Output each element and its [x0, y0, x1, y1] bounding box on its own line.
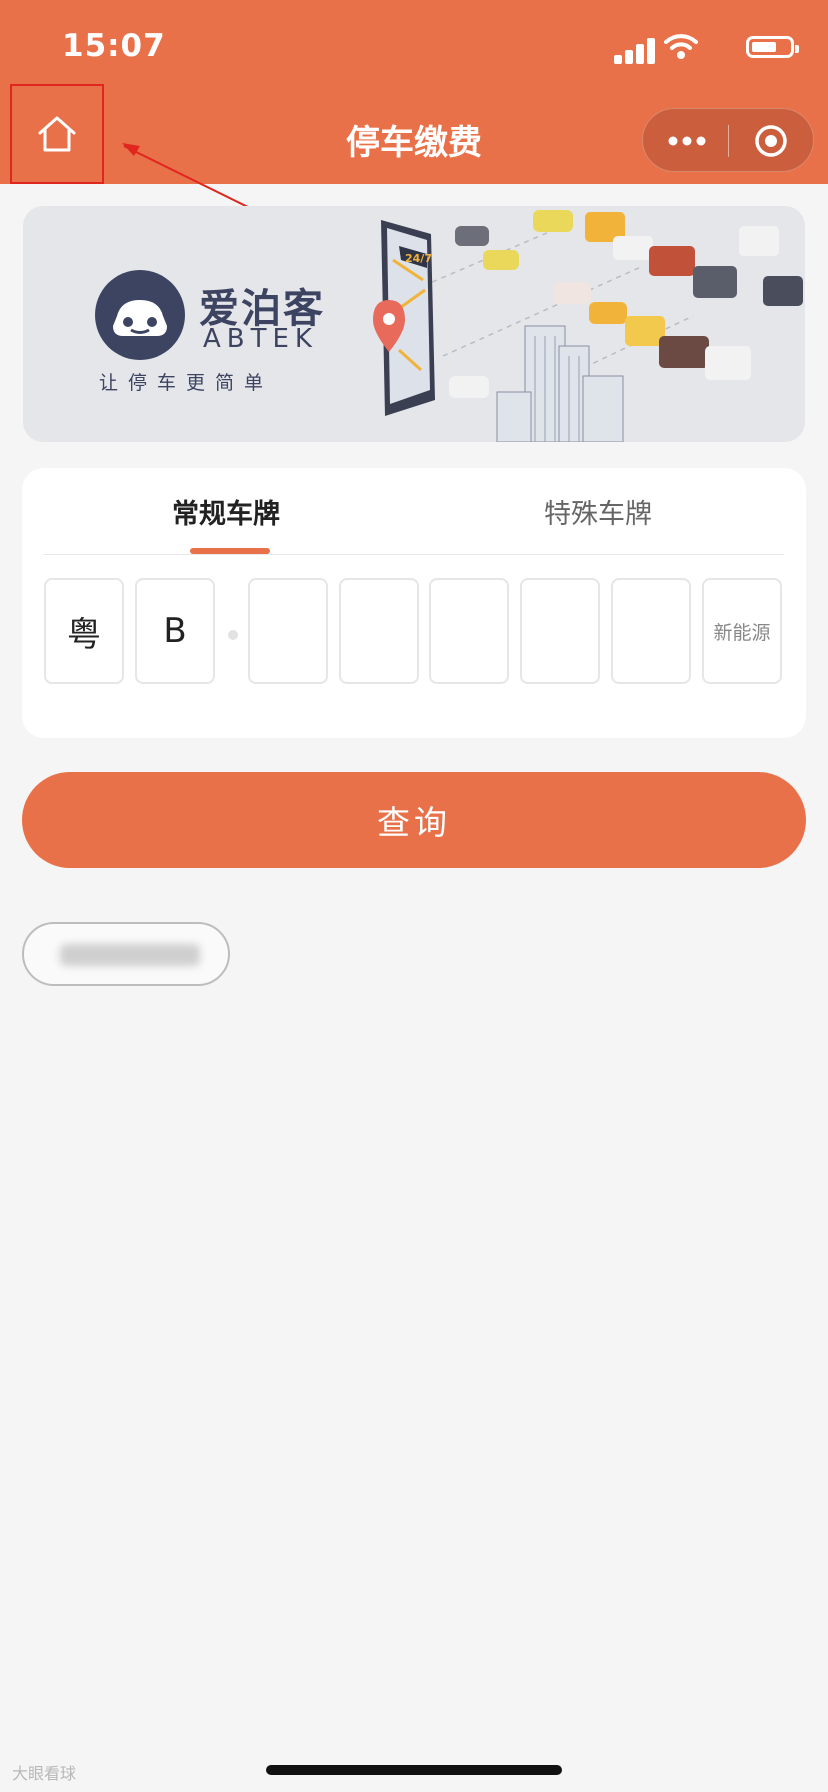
watermark: 大眼看球 — [12, 1764, 77, 1783]
plate-input-card: 常规车牌 特殊车牌 粤 B 新能源 — [22, 468, 806, 738]
history-plate-chip[interactable] — [22, 922, 230, 986]
plate-separator-dot — [228, 630, 238, 640]
query-button[interactable]: 查询 — [22, 772, 806, 868]
promo-banner[interactable]: 爱泊客 ABTEK 让停车更简单 24/7 — [23, 206, 805, 442]
nav-header: 15:07 停车缴费 — [0, 0, 828, 184]
plate-char-province[interactable]: 粤 — [44, 578, 124, 684]
plate-char-city[interactable]: B — [135, 578, 215, 684]
miniprogram-capsule — [642, 108, 814, 172]
home-indicator[interactable] — [266, 1765, 562, 1775]
tab-special-plate[interactable]: 特殊车牌 — [544, 492, 652, 531]
more-icon[interactable] — [665, 131, 709, 151]
plate-char-4[interactable] — [339, 578, 419, 684]
blurred-plate-text — [60, 944, 200, 966]
plate-char-3[interactable] — [248, 578, 328, 684]
brand-logo — [95, 270, 185, 360]
capsule-divider — [728, 125, 729, 157]
plate-char-7[interactable] — [611, 578, 691, 684]
target-icon[interactable] — [753, 123, 789, 159]
new-energy-slot[interactable]: 新能源 — [702, 578, 782, 684]
battery-icon — [746, 36, 799, 58]
tab-regular-plate[interactable]: 常规车牌 — [172, 492, 280, 531]
brand-name-en: ABTEK — [203, 324, 318, 354]
tab-divider — [44, 554, 784, 555]
parking-illustration: 24/7 — [373, 210, 803, 442]
sign-24-7: 24/7 — [405, 252, 432, 265]
status-time: 15:07 — [62, 28, 166, 64]
brand-slogan: 让停车更简单 — [99, 372, 274, 394]
signal-icon — [614, 34, 655, 64]
wifi-icon — [664, 34, 698, 59]
status-icons — [614, 34, 799, 64]
plate-char-5[interactable] — [429, 578, 509, 684]
plate-char-6[interactable] — [520, 578, 600, 684]
